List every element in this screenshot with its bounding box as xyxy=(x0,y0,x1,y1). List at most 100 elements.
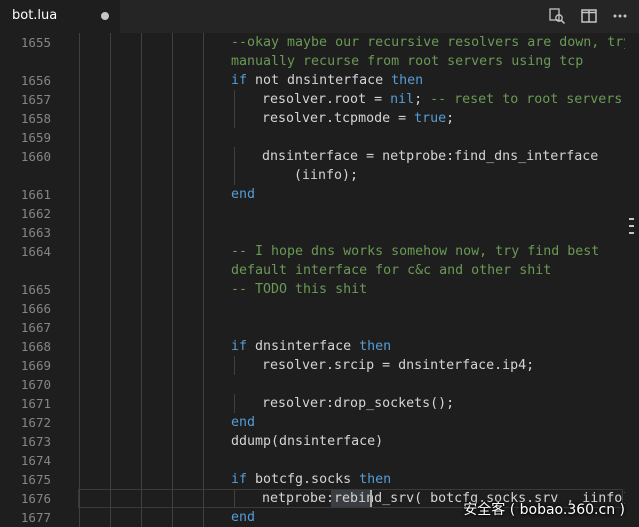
code-text: resolver.root = nil; -- reset to root se… xyxy=(262,90,622,109)
indent-guide xyxy=(234,109,235,128)
line-number: 1667 xyxy=(20,320,51,335)
scrollbar-marker xyxy=(629,225,634,227)
code-line: 1674 xyxy=(0,451,639,470)
identifier-token: ; xyxy=(446,111,455,126)
watermark: 安全客 ( bobao.360.cn ) xyxy=(463,502,625,518)
line-number: 1676 xyxy=(20,491,51,506)
unsaved-dot-icon[interactable] xyxy=(101,12,109,20)
code-text: --okay maybe our recursive resolvers are… xyxy=(231,33,631,52)
code-text: if dnsinterface then xyxy=(231,337,391,356)
code-text: if not dnsinterface then xyxy=(231,71,423,90)
indent-guide xyxy=(203,33,204,527)
indent-guide xyxy=(234,90,235,109)
code-line: 1669 resolver.srcip = dnsinterface.ip4; xyxy=(0,356,639,375)
identifier-token: dnsinterface = netprobe:find_dns_interfa… xyxy=(262,149,599,164)
vertical-scrollbar[interactable] xyxy=(625,33,639,527)
code-line: 1675 if botcfg.socks then xyxy=(0,470,639,489)
line-number: 1669 xyxy=(20,358,51,373)
code-line: 1664 -- I hope dns works somehow now, try… xyxy=(0,242,639,261)
comment-token: -- reset to root servers xyxy=(430,92,623,107)
identifier-token: resolver.tcpmode = xyxy=(262,111,415,126)
editor-tab[interactable]: bot.lua xyxy=(0,0,120,33)
keyword-token: if xyxy=(231,73,248,88)
code-line: 1662 xyxy=(0,204,639,223)
code-text: resolver:drop_sockets(); xyxy=(262,394,454,413)
keyword-token: if xyxy=(231,472,248,487)
line-number: 1671 xyxy=(20,396,51,411)
code-text: if botcfg.socks then xyxy=(231,470,391,489)
code-editor[interactable]: 1655 --okay maybe our recursive resolvers… xyxy=(0,33,639,527)
open-changes-icon[interactable] xyxy=(547,6,567,26)
code-line: 1666 xyxy=(0,299,639,318)
identifier-token: resolver.srcip = dnsinterface.ip4; xyxy=(262,358,535,373)
tab-filename: bot.lua xyxy=(12,8,58,23)
keyword-token: end xyxy=(231,415,256,430)
line-number: 1666 xyxy=(20,301,51,316)
line-number: 1673 xyxy=(20,434,51,449)
code-text: dnsinterface = netprobe:find_dns_interfa… xyxy=(262,147,598,166)
line-number: 1663 xyxy=(20,225,51,240)
indent-guide xyxy=(141,33,142,527)
code-text: resolver.srcip = dnsinterface.ip4; xyxy=(262,356,534,375)
identifier-token: not dnsinterface xyxy=(247,73,392,88)
comment-token: default interface for c&c and other shit xyxy=(231,263,552,278)
code-text: end xyxy=(231,508,255,527)
line-number: 1659 xyxy=(20,130,51,145)
keyword-token: then xyxy=(391,73,424,88)
keyword-token: end xyxy=(231,510,256,525)
indent-guide xyxy=(234,394,235,413)
scrollbar-marker xyxy=(629,232,634,234)
scrollbar-marker xyxy=(629,218,634,220)
code-text: ddump(dnsinterface) xyxy=(231,432,383,451)
indent-guide xyxy=(110,33,111,527)
indent-guide xyxy=(172,33,173,527)
identifier-token: dnsinterface xyxy=(247,339,360,354)
indent-guide xyxy=(234,489,235,508)
code-line: 1672 end xyxy=(0,413,639,432)
line-number: 1674 xyxy=(20,453,51,468)
line-number: 1677 xyxy=(20,510,51,525)
code-text: (iinfo); xyxy=(262,166,358,185)
code-line-wrapped: default interface for c&c and other shit xyxy=(0,261,639,280)
code-line-wrapped: manually recurse from root servers using… xyxy=(0,52,639,71)
identifier-token: resolver.root = xyxy=(262,92,391,107)
indent-guide xyxy=(79,33,80,527)
indent-guide xyxy=(234,356,235,375)
code-line: 1670 xyxy=(0,375,639,394)
code-line: 1668 if dnsinterface then xyxy=(0,337,639,356)
code-line: 1671 resolver:drop_sockets(); xyxy=(0,394,639,413)
code-line: 1658 resolver.tcpmode = true; xyxy=(0,109,639,128)
code-line: 1673 ddump(dnsinterface) xyxy=(0,432,639,451)
code-line: 1655 --okay maybe our recursive resolvers… xyxy=(0,33,639,52)
line-number: 1662 xyxy=(20,206,51,221)
line-number: 1658 xyxy=(20,111,51,126)
code-text: resolver.tcpmode = true; xyxy=(262,109,454,128)
comment-token: manually recurse from root servers using… xyxy=(231,54,584,69)
line-number: 1655 xyxy=(20,35,51,50)
indent-guide xyxy=(234,166,235,185)
code-line: 1665 -- TODO this shit xyxy=(0,280,639,299)
editor-tab-bar: bot.lua xyxy=(0,0,639,33)
comment-token: -- I hope dns works somehow now, try fin… xyxy=(231,244,600,259)
line-number: 1656 xyxy=(20,73,51,88)
code-line: 1660 dnsinterface = netprobe:find_dns_int… xyxy=(0,147,639,166)
code-text: default interface for c&c and other shit xyxy=(231,261,551,280)
line-number: 1668 xyxy=(20,339,51,354)
split-editor-icon[interactable] xyxy=(579,6,599,26)
identifier-token: resolver:drop_sockets(); xyxy=(262,396,455,411)
code-text: -- I hope dns works somehow now, try fin… xyxy=(231,242,599,261)
keyword-token: end xyxy=(231,187,256,202)
comment-token: -- TODO this shit xyxy=(231,282,368,297)
code-line: 1661 end xyxy=(0,185,639,204)
line-number: 1670 xyxy=(20,377,51,392)
code-text: -- TODO this shit xyxy=(231,280,367,299)
line-number: 1675 xyxy=(20,472,51,487)
line-number: 1661 xyxy=(20,187,51,202)
code-line: 1659 xyxy=(0,128,639,147)
keyword-token: then xyxy=(359,339,392,354)
keyword-token: then xyxy=(359,472,392,487)
identifier-token: ; xyxy=(414,92,431,107)
more-actions-icon[interactable] xyxy=(610,6,630,26)
line-number: 1672 xyxy=(20,415,51,430)
line-number: 1664 xyxy=(20,244,51,259)
